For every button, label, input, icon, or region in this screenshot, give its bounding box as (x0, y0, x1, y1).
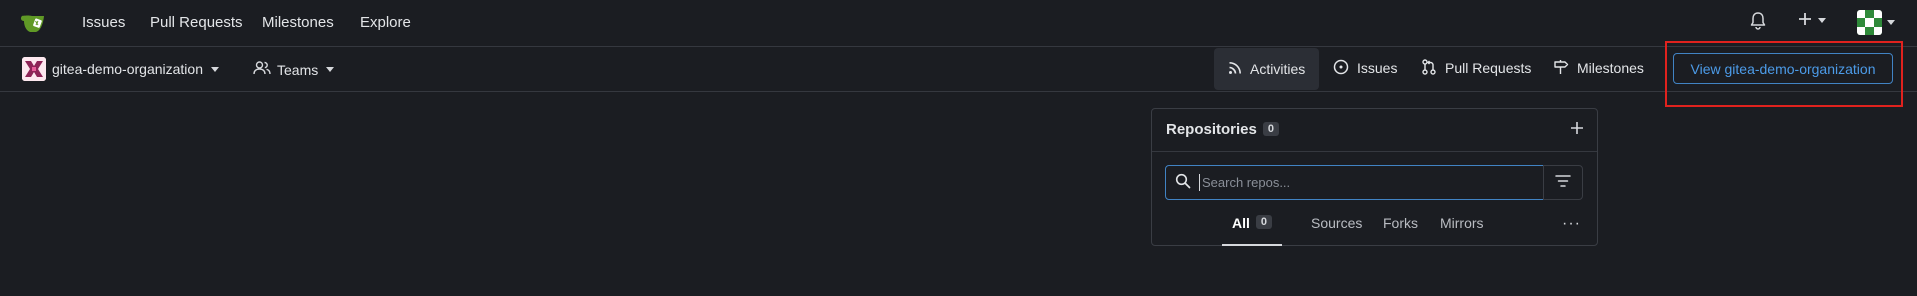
filter-tab-all[interactable]: All 0 (1222, 213, 1283, 246)
plus-icon (1569, 122, 1585, 139)
gitea-logo-icon[interactable] (20, 10, 50, 36)
repositories-title: Repositories 0 (1166, 121, 1279, 138)
nav-explore[interactable]: Explore (360, 14, 411, 31)
tab-pull-requests[interactable]: Pull Requests (1421, 47, 1531, 89)
org-avatar (22, 57, 46, 81)
tab-activities-label: Activities (1250, 61, 1306, 77)
org-name: gitea-demo-organization (52, 61, 203, 77)
org-header-bar: gitea-demo-organization Teams Activities (0, 47, 1917, 92)
tab-issues[interactable]: Issues (1333, 47, 1397, 89)
bell-icon (1749, 11, 1767, 34)
notifications-button[interactable] (1749, 11, 1767, 34)
issue-opened-icon (1333, 59, 1357, 78)
tab-pull-requests-label: Pull Requests (1445, 60, 1532, 76)
filter-tab-all-label: All (1232, 215, 1250, 231)
nav-milestones[interactable]: Milestones (262, 14, 334, 31)
plus-icon (1797, 11, 1813, 30)
filter-tab-sources[interactable]: Sources (1311, 213, 1362, 244)
org-switcher[interactable]: gitea-demo-organization (22, 57, 219, 81)
repositories-header: Repositories 0 (1152, 109, 1597, 152)
repositories-title-text: Repositories (1166, 121, 1257, 138)
nav-issues[interactable]: Issues (82, 14, 125, 31)
tab-milestones-label: Milestones (1577, 60, 1644, 76)
filter-tab-forks[interactable]: Forks (1383, 213, 1418, 244)
filter-all-count-badge: 0 (1255, 215, 1273, 229)
tab-issues-label: Issues (1357, 60, 1398, 76)
teams-label: Teams (277, 61, 319, 78)
search-repos-input[interactable] (1199, 174, 1524, 191)
milestone-icon (1553, 59, 1577, 78)
filter-button[interactable] (1543, 165, 1583, 200)
chevron-down-icon (326, 67, 335, 72)
repositories-count-badge: 0 (1262, 122, 1279, 136)
user-menu-button[interactable] (1857, 10, 1895, 35)
chevron-down-icon (1818, 18, 1826, 23)
teams-dropdown[interactable]: Teams (253, 60, 335, 79)
chevron-down-icon (210, 66, 219, 72)
search-container (1165, 165, 1544, 200)
search-icon (1166, 173, 1199, 192)
repositories-panel: Repositories0 All0 Sources Forks M (1151, 108, 1598, 246)
add-repository-button[interactable] (1569, 120, 1585, 139)
people-icon (253, 60, 277, 79)
rss-icon (1228, 61, 1250, 78)
chevron-down-icon (1887, 20, 1895, 25)
more-options-button[interactable]: ··· (1562, 215, 1581, 233)
nav-pull-requests[interactable]: Pull Requests (150, 14, 243, 31)
view-org-button[interactable]: View gitea-demo-organization (1673, 53, 1893, 84)
tab-activities[interactable]: Activities (1214, 48, 1320, 90)
tab-milestones[interactable]: Milestones (1553, 47, 1644, 89)
git-pull-request-icon (1421, 58, 1445, 78)
filter-icon (1555, 174, 1571, 191)
top-navbar: Issues Pull Requests Milestones Explore (0, 0, 1917, 47)
filter-tab-mirrors[interactable]: Mirrors (1440, 213, 1484, 244)
user-avatar (1857, 10, 1882, 35)
create-new-button[interactable] (1797, 11, 1826, 30)
